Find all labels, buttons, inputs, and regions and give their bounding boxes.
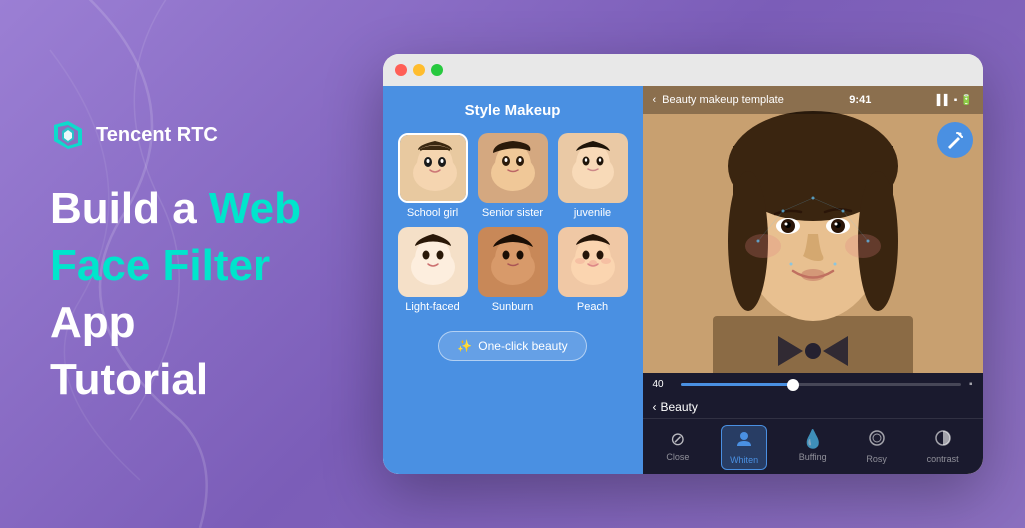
beauty-wand-icon [945,130,965,150]
page-wrapper: Tencent RTC Build a Web Face Filter App … [0,0,1025,528]
close-circle-icon: ⊘ [670,429,685,450]
slider-icon: ▪ [969,379,973,390]
back-arrow-icon: ‹ [653,94,657,106]
label-school-girl: School girl [407,207,458,219]
headline-line3: App [50,297,330,350]
icon-tabs-row: ⊘ Close Whiten [643,418,983,474]
tab-whiten[interactable]: Whiten [721,425,767,470]
wand-icon: ✨ [457,339,472,353]
makeup-item-sunburn[interactable]: Sunburn [477,227,549,313]
tab-buffing-label: Buffing [799,452,827,462]
camera-status-bar: ‹ Beauty makeup template 9:41 ▌▌ ▪ 🔋 [643,86,983,114]
woman-face [643,86,983,394]
makeup-item-peach[interactable]: Peach [557,227,629,313]
face-thumb-peach [558,227,628,297]
back-chevron-icon: ‹ [653,400,657,414]
camera-top-left: ‹ Beauty makeup template [653,94,784,106]
brand-logo-icon [50,117,86,153]
brand-name: Tencent RTC [96,124,218,147]
person-icon [735,430,753,453]
makeup-item-senior-sister[interactable]: Senior sister [477,133,549,219]
woman-portrait [643,86,983,396]
brand-header: Tencent RTC [50,117,330,153]
makeup-title: Style Makeup [465,102,561,119]
label-senior-sister: Senior sister [482,207,543,219]
bottom-controls: 40 ▪ ‹ Beauty [643,373,983,474]
headline-line1: Build a Web [50,183,330,236]
beauty-template-text: Beauty makeup template [662,94,784,106]
label-juvenile: juvenile [574,207,611,219]
label-light-faced: Light-faced [405,301,459,313]
drop-icon: 💧 [802,429,824,450]
tab-close-label: Close [666,452,689,462]
face-thumb-senior-sister [478,133,548,203]
camera-time: 9:41 [849,94,871,106]
browser-window: Style Makeup [383,54,983,474]
tab-buffing[interactable]: 💧 Buffing [791,425,835,470]
headline: Build a Web Face Filter App Tutorial [50,183,330,406]
browser-content: Style Makeup [383,86,983,474]
tab-contrast[interactable]: contrast [919,425,967,470]
beauty-label: Beauty [661,400,698,414]
makeup-item-juvenile[interactable]: juvenile [557,133,629,219]
makeup-panel: Style Makeup [383,86,643,474]
one-click-label: One-click beauty [478,339,567,353]
face-thumb-sunburn [478,227,548,297]
dot-red[interactable] [395,64,407,76]
browser-titlebar [383,54,983,86]
tab-whiten-label: Whiten [730,455,758,465]
one-click-beauty-button[interactable]: ✨ One-click beauty [438,331,586,361]
beauty-icon-button[interactable] [937,122,973,158]
tab-close[interactable]: ⊘ Close [658,425,697,470]
camera-area: ‹ Beauty makeup template 9:41 ▌▌ ▪ 🔋 [643,86,983,474]
contrast-icon [934,429,952,452]
beauty-label-row: ‹ Beauty [643,396,983,418]
tab-rosy-label: Rosy [866,454,887,464]
tab-rosy[interactable]: Rosy [858,425,895,470]
signal-icons: ▌▌ ▪ 🔋 [937,95,973,106]
slider-value: 40 [653,379,673,390]
makeup-item-school-girl[interactable]: School girl [397,133,469,219]
label-sunburn: Sunburn [492,301,534,313]
tab-contrast-label: contrast [927,454,959,464]
face-thumb-juvenile [558,133,628,203]
slider-track[interactable] [681,383,961,386]
dot-green[interactable] [431,64,443,76]
left-panel: Tencent RTC Build a Web Face Filter App … [0,77,370,450]
face-thumb-light-faced [398,227,468,297]
dot-yellow[interactable] [413,64,425,76]
headline-line4: Tutorial [50,354,330,407]
right-panel: Style Makeup [370,54,1025,474]
slider-row: 40 ▪ [643,373,983,396]
circle-icon [868,429,886,452]
slider-fill [681,383,793,386]
makeup-item-light-faced[interactable]: Light-faced [397,227,469,313]
slider-thumb [787,379,799,391]
label-peach: Peach [577,301,608,313]
face-thumb-school-girl [398,133,468,203]
makeup-grid: School girl [397,133,629,313]
headline-line2: Face Filter [50,240,330,293]
